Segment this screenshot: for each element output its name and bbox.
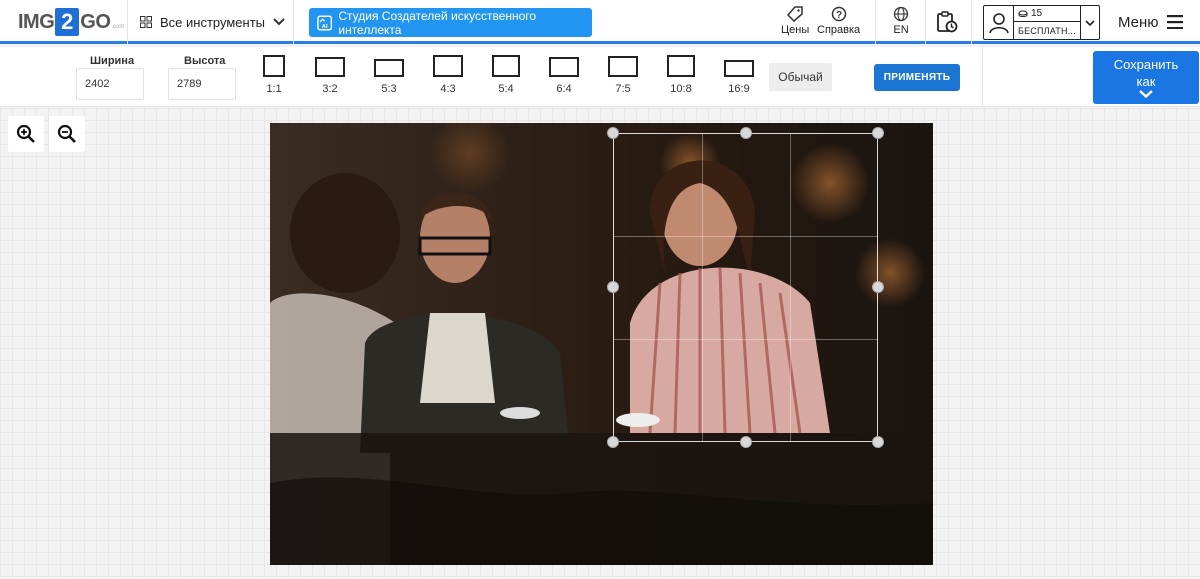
ratio-shape — [724, 60, 754, 77]
header-divider — [127, 0, 128, 44]
prices-label: Цены — [781, 24, 810, 36]
menu-label: Меню — [1118, 13, 1159, 31]
ratio-label: 16:9 — [728, 83, 750, 95]
logo-text-domain: .com — [111, 24, 125, 30]
tag-icon — [787, 6, 803, 22]
zoom-in-icon — [16, 124, 35, 143]
zoom-out-button[interactable] — [49, 116, 85, 152]
ratio-shape — [433, 55, 463, 77]
chevron-down-icon — [273, 18, 285, 26]
ratio-3-2[interactable]: 3:2 — [315, 55, 345, 95]
crop-handle-top-left[interactable] — [607, 127, 619, 139]
crop-handle-bottom-left[interactable] — [607, 436, 619, 448]
width-label: Ширина — [90, 55, 135, 67]
svg-text:?: ? — [836, 10, 842, 21]
history-button[interactable] — [935, 10, 959, 34]
avatar[interactable] — [984, 6, 1014, 39]
ratio-6-4[interactable]: 6:4 — [549, 55, 579, 95]
ratio-4-3[interactable]: 4:3 — [433, 55, 463, 95]
logo-text-go: GO — [80, 10, 111, 33]
plan-label: БЕСПЛАТН... — [1018, 25, 1076, 36]
ratio-label: 7:5 — [615, 83, 631, 95]
header-divider — [875, 0, 876, 44]
crop-handle-bottom[interactable] — [740, 436, 752, 448]
help-label: Справка — [817, 24, 861, 36]
ratio-label: 10:8 — [670, 83, 692, 95]
crop-handle-top-right[interactable] — [872, 127, 884, 139]
chevron-down-icon — [1085, 19, 1095, 26]
crop-handle-left[interactable] — [607, 281, 619, 293]
user-dropdown-toggle[interactable] — [1081, 6, 1099, 39]
ratio-label: 4:3 — [440, 83, 456, 95]
header-divider — [971, 0, 972, 44]
ratio-label: 1:1 — [266, 83, 282, 95]
all-tools-label: Все инструменты — [160, 14, 265, 30]
svg-text:AI: AI — [322, 23, 328, 29]
user-account-widget[interactable]: 15 БЕСПЛАТН... — [983, 5, 1100, 40]
help-link[interactable]: ? Справка — [817, 6, 860, 36]
grid-icon — [140, 16, 152, 28]
credits-counter: 15 — [1014, 6, 1080, 22]
ratio-label: 5:3 — [381, 83, 397, 95]
ratio-shape — [374, 59, 404, 77]
chevron-down-icon — [1139, 90, 1153, 98]
ratio-label: 6:4 — [556, 83, 572, 95]
crop-grid-line — [790, 134, 791, 441]
ratio-shape — [667, 55, 695, 77]
crop-handle-bottom-right[interactable] — [872, 436, 884, 448]
height-input[interactable] — [168, 68, 236, 100]
language-switch[interactable]: EN — [893, 6, 909, 36]
crop-selection[interactable] — [613, 133, 878, 442]
top-header: IMG 2 GO .com Все инструменты AI Студия … — [0, 0, 1200, 44]
crop-toolbar: Ширина Высота 1:1 3:2 5:3 4:3 5:4 6:4 7:… — [0, 47, 1200, 107]
crop-grid-line — [614, 339, 877, 340]
save-label-line1: Сохранить — [1113, 57, 1179, 72]
ai-studio-button[interactable]: AI Студия Создателей искусственного инте… — [309, 8, 592, 37]
zoom-in-button[interactable] — [8, 116, 44, 152]
prices-link[interactable]: Цены — [781, 6, 809, 36]
main-menu-button[interactable]: Меню — [1118, 0, 1183, 44]
custom-ratio-button[interactable]: Обычай — [769, 63, 832, 91]
crop-handle-right[interactable] — [872, 281, 884, 293]
ai-studio-label: Студия Создателей искусственного интелле… — [338, 8, 537, 37]
header-divider — [925, 0, 926, 44]
save-as-button[interactable]: Сохранить как — [1093, 51, 1199, 104]
crop-grid-line — [614, 236, 877, 237]
ratio-10-8[interactable]: 10:8 — [667, 55, 695, 95]
help-icon: ? — [831, 6, 846, 22]
ratio-16-9[interactable]: 16:9 — [724, 55, 754, 95]
hamburger-icon — [1166, 15, 1183, 29]
ratio-shape — [549, 57, 579, 77]
all-tools-dropdown[interactable]: Все инструменты — [140, 0, 285, 44]
crop-handle-top[interactable] — [740, 127, 752, 139]
apply-button[interactable]: ПРИМЕНЯТЬ — [874, 64, 960, 91]
ratio-label: 5:4 — [498, 83, 514, 95]
logo-text-img: IMG — [18, 10, 55, 33]
ratio-shape — [492, 55, 520, 77]
crop-grid-line — [702, 134, 703, 441]
toolbar-divider — [982, 47, 983, 107]
ratio-5-4[interactable]: 5:4 — [492, 55, 520, 95]
ratio-shape — [315, 57, 345, 77]
ai-studio-icon: AI — [317, 15, 333, 30]
globe-icon — [893, 6, 909, 22]
save-label-line2: как — [1136, 74, 1156, 89]
height-label: Высота — [184, 55, 226, 67]
ratio-7-5[interactable]: 7:5 — [608, 55, 638, 95]
width-input[interactable] — [76, 68, 144, 100]
header-divider — [293, 0, 294, 44]
ratio-label: 3:2 — [322, 83, 338, 95]
ratio-shape — [263, 55, 285, 77]
credits-value: 15 — [1031, 8, 1043, 19]
ratio-1-1[interactable]: 1:1 — [263, 55, 285, 95]
ratio-shape — [608, 56, 638, 77]
language-label: EN — [893, 24, 909, 36]
coin-icon — [1018, 10, 1028, 17]
clipboard-clock-icon — [937, 11, 958, 33]
ratio-5-3[interactable]: 5:3 — [374, 55, 404, 95]
logo-text-2: 2 — [55, 8, 80, 36]
zoom-out-icon — [57, 124, 76, 143]
img2go-logo[interactable]: IMG 2 GO .com — [18, 8, 124, 36]
user-icon — [988, 12, 1009, 33]
